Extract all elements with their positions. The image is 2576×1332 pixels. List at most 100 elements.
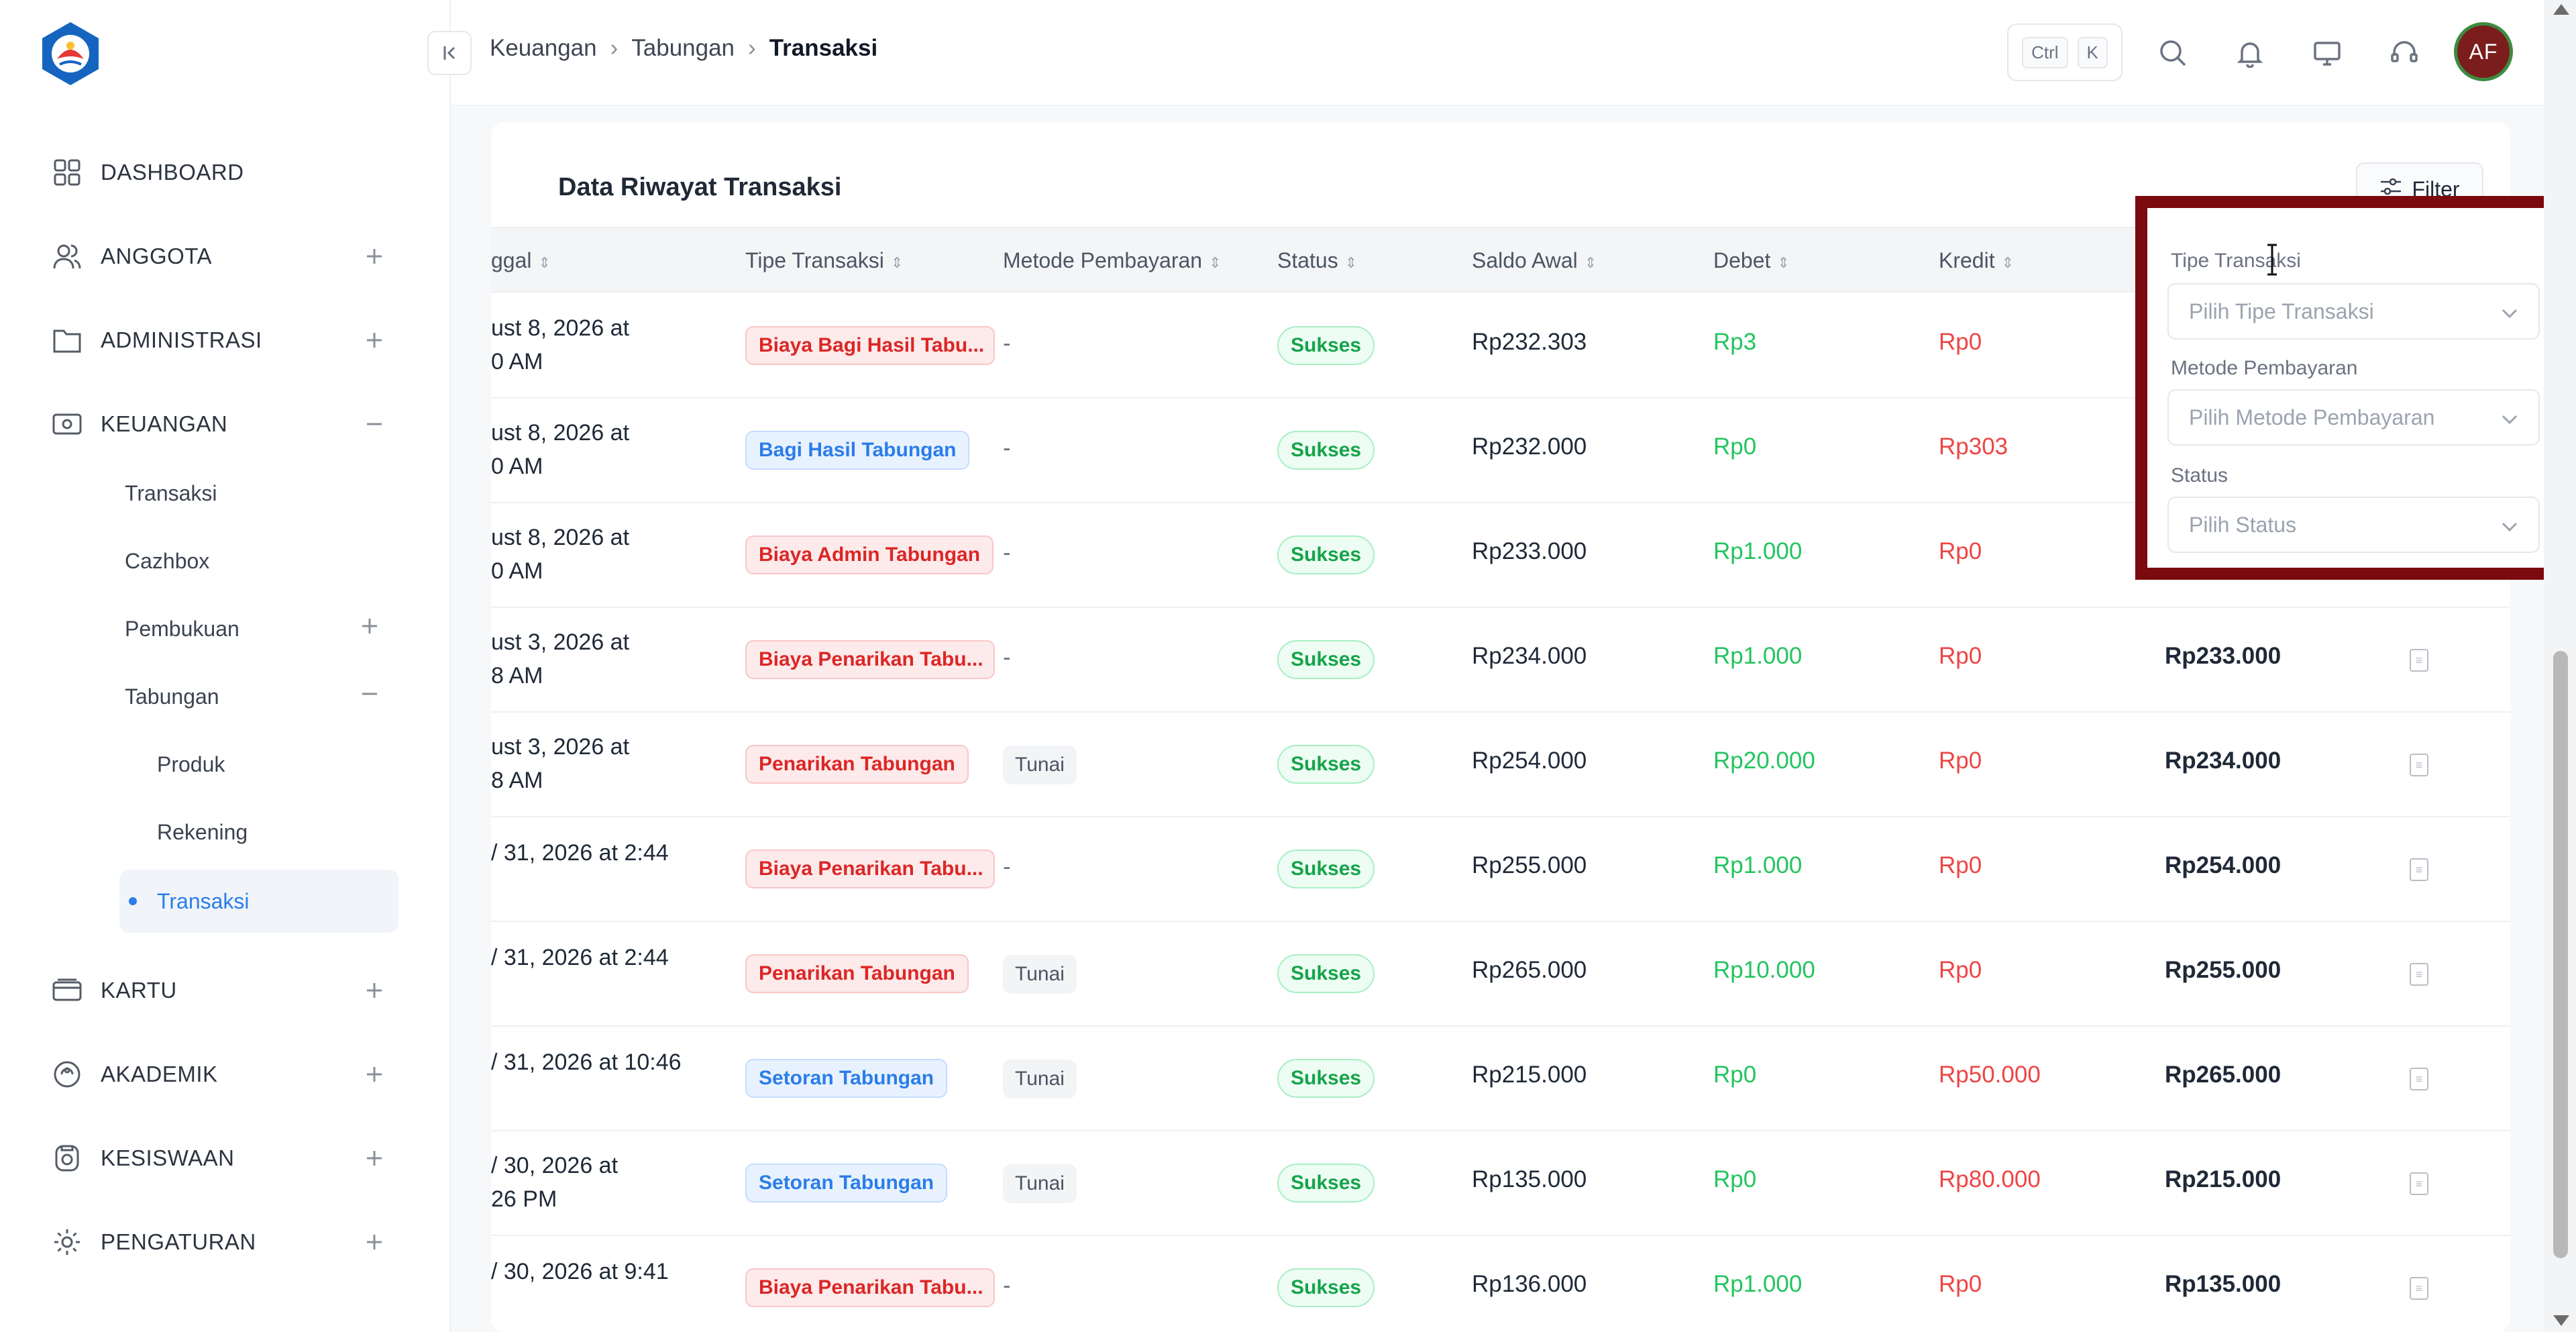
column-header-kredit[interactable]: Kredit ⇕	[1939, 248, 2014, 273]
cell-tanggal: ust 8, 2026 at 0 AM	[491, 315, 630, 374]
sidebar-item-dashboard[interactable]: DASHBOARD	[0, 142, 451, 203]
receipt-icon[interactable]: ≡	[2410, 754, 2428, 776]
breadcrumb-tabungan[interactable]: Tabungan	[631, 35, 735, 62]
cell-metode: -	[1003, 854, 1011, 880]
column-header-saldo-awal[interactable]: Saldo Awal ⇕	[1472, 248, 1597, 273]
collapse-left-icon	[443, 46, 455, 60]
sidebar-item-pengaturan[interactable]: PENGATURAN	[0, 1212, 451, 1272]
receipt-icon[interactable]: ≡	[2410, 649, 2428, 672]
sidebar-item-administrasi[interactable]: ADMINISTRASI	[0, 310, 451, 370]
breadcrumb-keuangan[interactable]: Keuangan	[490, 35, 597, 62]
active-dot	[129, 897, 137, 905]
collapse-minus-icon[interactable]	[361, 411, 388, 438]
receipt-icon[interactable]: ≡	[2410, 1172, 2428, 1195]
cell-metode: -	[1003, 435, 1011, 461]
receipt-icon[interactable]: ≡	[2410, 963, 2428, 986]
support-headset-icon[interactable]	[2382, 31, 2426, 75]
expand-plus-icon[interactable]	[361, 615, 378, 640]
breadcrumb-transaksi: Transaksi	[769, 35, 878, 61]
expand-plus-icon[interactable]	[361, 1145, 388, 1172]
transaction-type-badge: Setoran Tabungan	[745, 1164, 948, 1202]
sort-icon: ⇕	[1209, 254, 1222, 271]
status-badge: Sukses	[1277, 535, 1375, 574]
cell-tanggal: / 31, 2026 at 10:46	[491, 1049, 682, 1075]
filter-select-tipe[interactable]: Pilih Tipe Transaksi	[2167, 283, 2540, 340]
column-header-status[interactable]: Status ⇕	[1277, 248, 1357, 273]
sidebar-item-kartu[interactable]: KARTU	[0, 960, 451, 1021]
expand-plus-icon[interactable]	[361, 977, 388, 1004]
command-palette-shortcut[interactable]: Ctrl K	[2007, 23, 2123, 81]
sidebar-item-label: KARTU	[101, 978, 177, 1003]
search-icon[interactable]	[2151, 31, 2195, 75]
cell-saldo-awal: Rp232.000	[1472, 433, 1587, 460]
table-row: / 31, 2026 at 2:44 Penarikan Tabungan Tuna…	[491, 922, 2510, 1027]
dashboard-grid-icon	[50, 155, 85, 190]
sidebar-item-akademik[interactable]: AKADEMIK	[0, 1044, 451, 1105]
cell-metode: -	[1003, 540, 1011, 566]
cell-tanggal: / 31, 2026 at 2:44	[491, 840, 669, 866]
cell-tanggal: / 30, 2026 at 9:41	[491, 1259, 669, 1284]
gear-icon	[50, 1225, 85, 1260]
sort-icon: ⇕	[1777, 254, 1790, 271]
expand-plus-icon[interactable]	[361, 327, 388, 354]
sidebar-item-label: ANGGOTA	[101, 244, 213, 268]
expand-plus-icon[interactable]	[361, 1229, 388, 1256]
payment-method-badge: Tunai	[1003, 955, 1077, 994]
table-row: / 31, 2026 at 2:44 Biaya Penarikan Tabu..…	[491, 817, 2510, 922]
monitor-icon[interactable]	[2305, 31, 2349, 75]
academic-icon	[50, 1057, 85, 1092]
status-badge: Sukses	[1277, 1059, 1375, 1098]
receipt-icon[interactable]: ≡	[2410, 1068, 2428, 1090]
cell-kredit: Rp50.000	[1939, 1062, 2041, 1088]
sidebar-sub-tabungan[interactable]: Tabungan	[125, 668, 460, 725]
filter-select-metode[interactable]: Pilih Metode Pembayaran	[2167, 389, 2540, 446]
transaction-type-badge: Biaya Penarikan Tabu...	[745, 850, 995, 888]
sidebar-item-label: PENGATURAN	[101, 1229, 256, 1254]
expand-plus-icon[interactable]	[361, 243, 388, 270]
status-badge: Sukses	[1277, 850, 1375, 888]
sidebar-sub-rekening[interactable]: Rekening	[157, 803, 492, 861]
cell-saldo-akhir: Rp215.000	[2165, 1166, 2282, 1192]
cell-tanggal: / 31, 2026 at 2:44	[491, 945, 669, 970]
expand-plus-icon[interactable]	[361, 1061, 388, 1088]
transaction-type-badge: Biaya Penarikan Tabu...	[745, 640, 995, 679]
column-header-debet[interactable]: Debet ⇕	[1713, 248, 1790, 273]
column-header-metode[interactable]: Metode Pembayaran ⇕	[1003, 248, 1222, 273]
transaction-type-badge: Setoran Tabungan	[745, 1059, 948, 1098]
sidebar-sub-cazhbox[interactable]: Cazhbox	[125, 532, 460, 590]
sidebar-item-kesiswaan[interactable]: KESISWAAN	[0, 1128, 451, 1188]
filter-select-status[interactable]: Pilih Status	[2167, 497, 2540, 553]
avatar[interactable]: AF	[2454, 22, 2513, 81]
cell-metode: -	[1003, 330, 1011, 356]
sort-icon: ⇕	[1344, 254, 1358, 271]
page-scrollbar[interactable]	[2544, 0, 2576, 1332]
collapse-sidebar-button[interactable]	[427, 31, 472, 75]
column-header-tanggal[interactable]: ggal ⇕	[491, 248, 551, 273]
cell-debet: Rp20.000	[1713, 748, 1815, 774]
sidebar-sub-transaksi-active[interactable]: Transaksi	[119, 870, 398, 933]
sidebar-sub-transaksi[interactable]: Transaksi	[125, 464, 460, 522]
cell-debet: Rp1.000	[1713, 538, 1803, 564]
cell-saldo-akhir: Rp255.000	[2165, 957, 2282, 983]
receipt-icon[interactable]: ≡	[2410, 1277, 2428, 1300]
bell-icon[interactable]	[2228, 31, 2272, 75]
scroll-up-arrow-icon[interactable]	[2553, 4, 2569, 15]
transaction-type-badge: Bagi Hasil Tabungan	[745, 431, 970, 470]
receipt-icon[interactable]: ≡	[2410, 858, 2428, 881]
payment-method-badge: Tunai	[1003, 1164, 1077, 1203]
cell-tanggal: / 30, 2026 at 26 PM	[491, 1153, 619, 1212]
cell-kredit: Rp80.000	[1939, 1166, 2041, 1192]
sidebar-sub-produk[interactable]: Produk	[157, 735, 492, 793]
status-badge: Sukses	[1277, 326, 1375, 365]
column-header-tipe[interactable]: Tipe Transaksi ⇕	[745, 248, 903, 273]
scroll-down-arrow-icon[interactable]	[2553, 1315, 2569, 1326]
collapse-minus-icon[interactable]	[361, 683, 378, 708]
sidebar-sub-pembukuan[interactable]: Pembukuan	[125, 600, 460, 658]
scrollbar-thumb[interactable]	[2553, 651, 2568, 1258]
filter-label-status: Status	[2171, 464, 2229, 486]
filter-label-metode: Metode Pembayaran	[2171, 357, 2358, 379]
sidebar-item-keuangan[interactable]: KEUANGAN	[0, 394, 451, 454]
cell-saldo-awal: Rp265.000	[1472, 957, 1587, 983]
sidebar-item-anggota[interactable]: ANGGOTA	[0, 226, 451, 287]
sidebar: DASHBOARD ANGGOTA ADMINISTRASI KEUANGAN …	[0, 0, 451, 1332]
